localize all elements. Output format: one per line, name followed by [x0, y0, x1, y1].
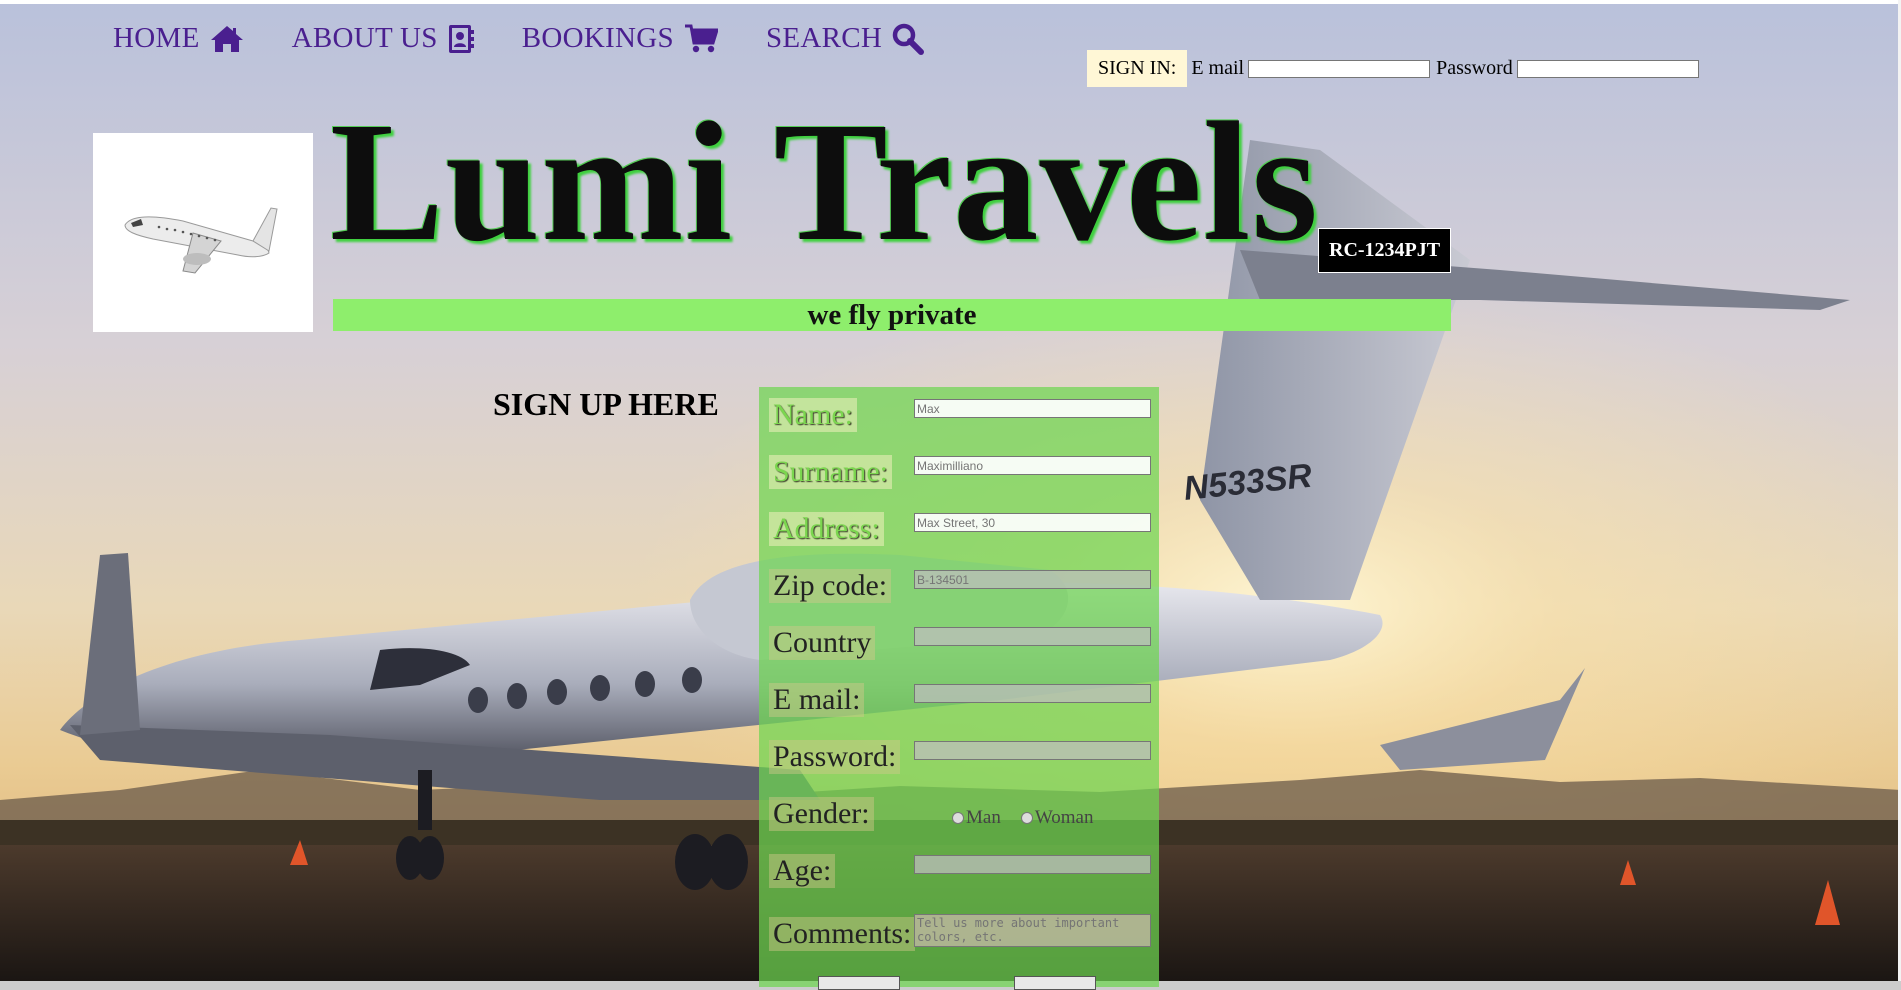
gender-radio-group: Man Woman	[952, 807, 1113, 829]
main-nav: HOME ABOUT US BOOKINGS SEARCH	[113, 22, 972, 55]
name-label: Name:	[769, 398, 857, 432]
site-title: Lumi Travels	[330, 87, 1319, 276]
form-row-name: Name:	[769, 388, 1151, 432]
nav-about-us-label: ABOUT US	[291, 22, 438, 54]
signin-email-label: E mail	[1191, 57, 1245, 79]
age-label: Age:	[769, 854, 836, 888]
password-label: Password:	[769, 740, 901, 774]
name-input[interactable]	[914, 399, 1151, 418]
signup-form: Name: Surname: Address: Zip code: Countr…	[759, 387, 1159, 990]
surname-input[interactable]	[914, 456, 1151, 475]
nav-bookings-link[interactable]: BOOKINGS	[522, 22, 718, 55]
signin-email-input[interactable]	[1248, 59, 1431, 78]
airplane-icon	[124, 207, 278, 274]
form-row-zip: Zip code:	[769, 559, 1151, 603]
shopping-cart-icon	[684, 24, 718, 54]
form-row-country: Country	[769, 616, 1151, 660]
form-row-age: Age:	[769, 844, 1151, 888]
nav-search-label: SEARCH	[765, 22, 883, 54]
surname-label: Surname:	[769, 455, 892, 489]
gender-label: Gender:	[769, 797, 874, 831]
submit-button[interactable]	[818, 976, 900, 990]
search-icon	[892, 23, 925, 55]
form-row-gender: Gender: Man Woman	[769, 787, 1149, 831]
form-row-email: E mail:	[769, 673, 1151, 717]
zip-code-label: Zip code:	[769, 569, 892, 603]
form-row-password: Password:	[769, 730, 1151, 774]
form-row-surname: Surname:	[769, 445, 1151, 489]
address-input[interactable]	[914, 513, 1151, 532]
comments-textarea[interactable]	[914, 914, 1151, 947]
gender-man-radio[interactable]	[952, 812, 964, 824]
signin-password-label: Password	[1436, 57, 1513, 79]
nav-about-us-link[interactable]: ABOUT US	[292, 22, 474, 55]
age-input[interactable]	[914, 855, 1151, 874]
nav-home-link[interactable]: HOME	[113, 22, 244, 55]
signup-heading: SIGN UP HERE	[493, 386, 719, 422]
logo	[93, 133, 313, 332]
nav-bookings-label: BOOKINGS	[521, 22, 674, 54]
email-label: E mail:	[769, 683, 865, 717]
zip-code-input[interactable]	[914, 570, 1151, 589]
nav-home-label: HOME	[113, 22, 200, 54]
tagline-banner: we fly private	[333, 299, 1451, 331]
form-row-address: Address:	[769, 502, 1151, 546]
gender-woman-radio[interactable]	[1020, 812, 1033, 824]
comments-label: Comments:	[769, 917, 916, 951]
email-input[interactable]	[914, 684, 1151, 703]
reset-button[interactable]	[1014, 976, 1096, 990]
window-top-border	[0, 0, 1901, 4]
signin-password-input[interactable]	[1516, 59, 1699, 78]
signin-bar: SIGN IN: E mail Password	[1087, 50, 1705, 87]
country-input[interactable]	[914, 627, 1151, 646]
form-buttons	[818, 976, 1096, 990]
gender-man-label: Man	[966, 807, 1001, 828]
contact-book-icon	[448, 24, 474, 54]
reference-code-badge: RC-1234PJT	[1318, 228, 1452, 273]
nav-search-link[interactable]: SEARCH	[765, 22, 925, 55]
home-icon	[210, 25, 244, 53]
form-row-comments: Comments:	[769, 903, 1151, 951]
country-label: Country	[769, 626, 876, 660]
password-input[interactable]	[914, 741, 1151, 760]
gender-woman-label: Woman	[1034, 807, 1094, 828]
address-label: Address:	[769, 512, 884, 546]
signin-button[interactable]: SIGN IN:	[1087, 50, 1188, 87]
